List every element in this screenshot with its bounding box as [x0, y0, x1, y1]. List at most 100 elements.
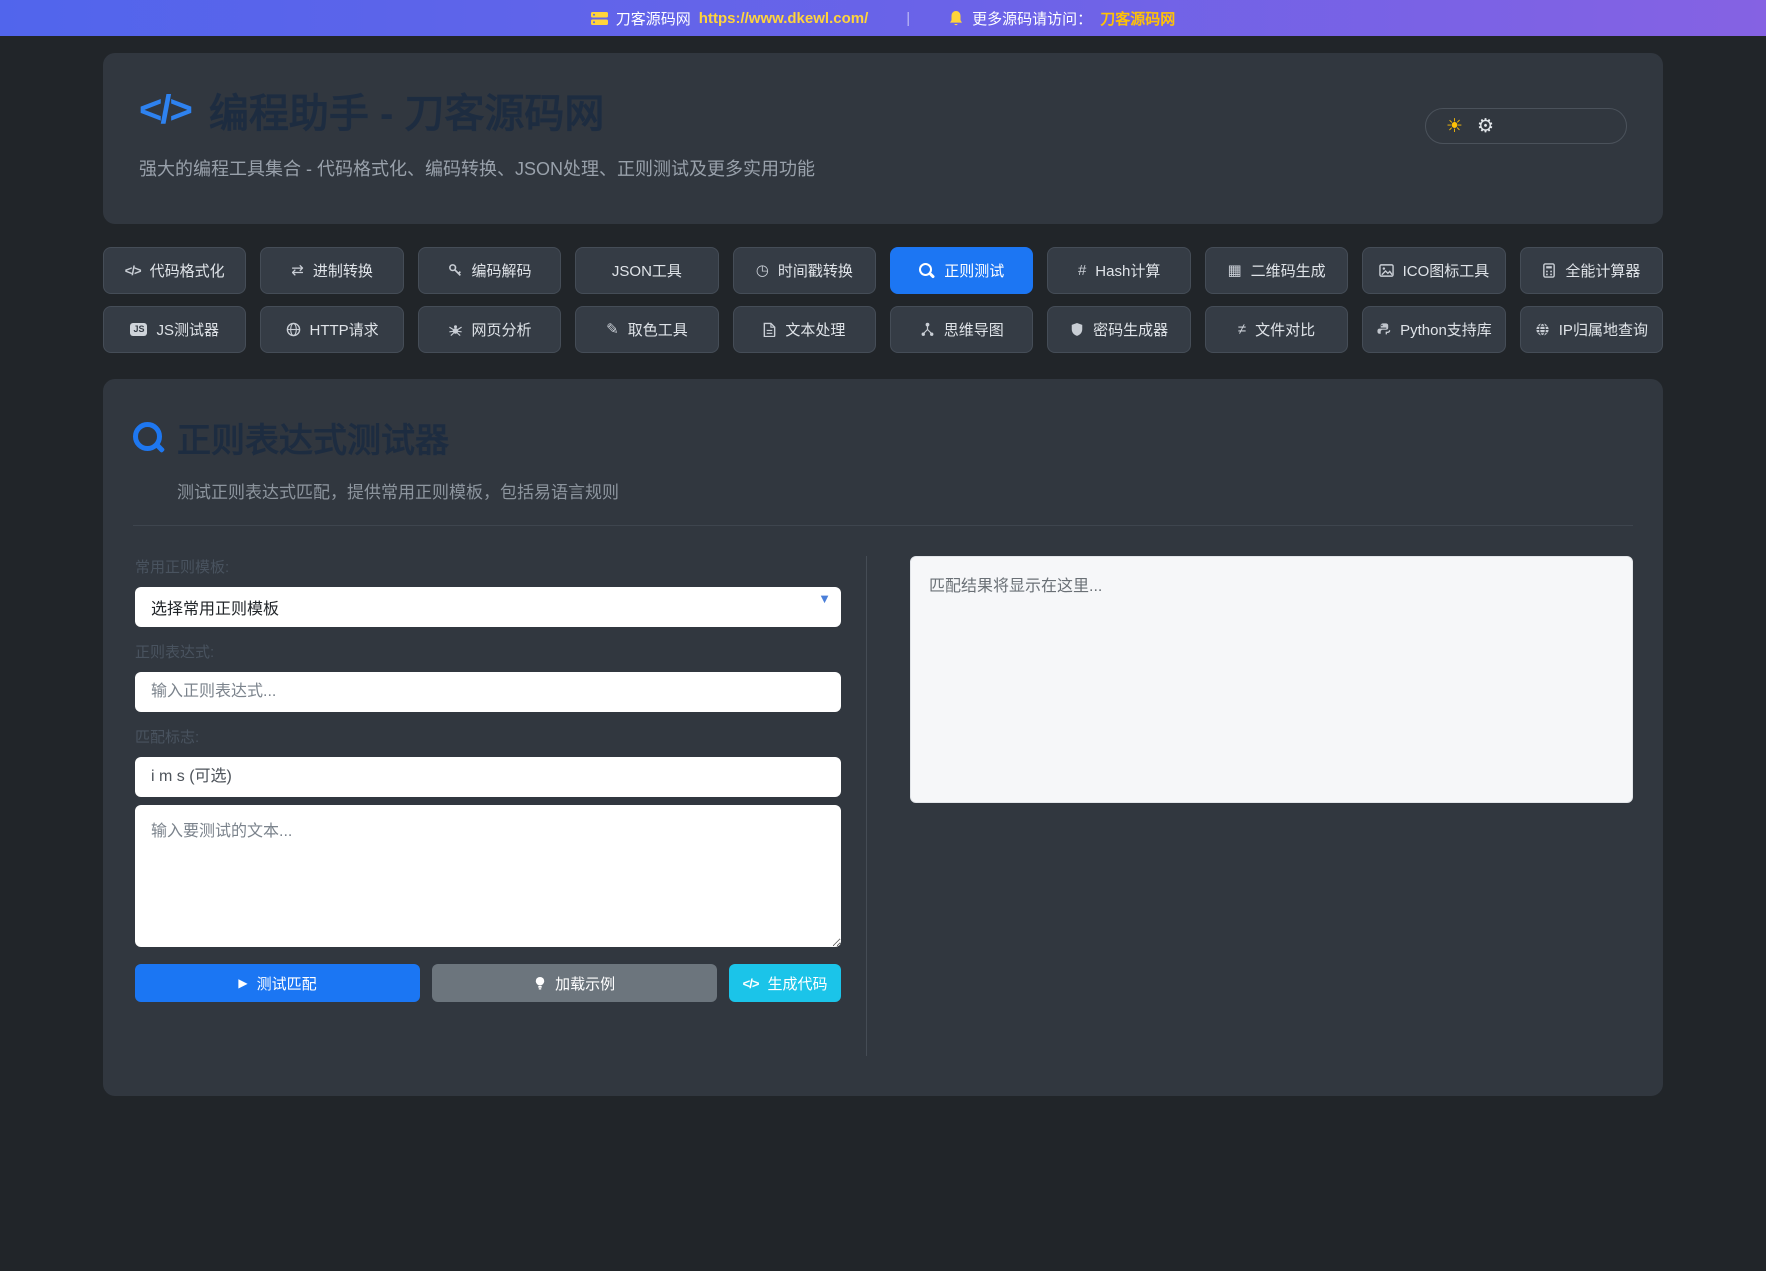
tab-label: Python支持库 [1400, 319, 1492, 340]
tab-label: JSON工具 [612, 260, 682, 281]
server-icon [591, 11, 608, 26]
load-example-label: 加载示例 [555, 973, 615, 994]
tab-ip-lookup[interactable]: IP归属地查询 [1520, 306, 1663, 353]
not-equal-icon: ≠ [1238, 322, 1246, 337]
section-title: 正则表达式测试器 [177, 413, 449, 462]
test-match-label: 测试匹配 [257, 973, 317, 994]
tab-label: 进制转换 [313, 260, 373, 281]
template-select-value: 选择常用正则模板 [151, 595, 279, 619]
gear-icon[interactable]: ⚙ [1477, 115, 1494, 138]
tab-code-format[interactable]: </> 代码格式化 [103, 247, 246, 294]
tab-color-picker[interactable]: ✎ 取色工具 [575, 306, 718, 353]
tab-timestamp[interactable]: ◷ 时间戳转换 [733, 247, 876, 294]
section-divider [133, 525, 1633, 526]
tab-label: 正则测试 [944, 260, 1004, 281]
topbar: 刀客源码网 https://www.dkewl.com/ | 更多源码请访问： … [0, 0, 1766, 36]
tab-python-libs[interactable]: Python支持库 [1362, 306, 1505, 353]
tab-qrcode[interactable]: ▦ 二维码生成 [1205, 247, 1348, 294]
tab-web-analyze[interactable]: 网页分析 [418, 306, 561, 353]
chevron-down-icon: ▼ [818, 591, 831, 606]
tab-label: HTTP请求 [310, 319, 379, 340]
swap-arrows-icon: ⇄ [291, 263, 304, 278]
generate-code-button[interactable]: </> 生成代码 [729, 964, 841, 1002]
tab-text-process[interactable]: 文本处理 [733, 306, 876, 353]
globe-icon [286, 322, 301, 337]
tab-label: 二维码生成 [1251, 260, 1326, 281]
qrcode-icon: ▦ [1227, 263, 1241, 278]
test-match-button[interactable]: ▶ 测试匹配 [135, 964, 420, 1002]
tab-label: 时间戳转换 [778, 260, 853, 281]
tab-label: 文件对比 [1255, 319, 1315, 340]
tab-label: 密码生成器 [1093, 319, 1168, 340]
regex-form: 常用正则模板: 选择常用正则模板 ▼ 正则表达式: 匹配标志: ▶ 测试匹配 加… [135, 556, 841, 1056]
tab-hash-calc[interactable]: # Hash计算 [1047, 247, 1190, 294]
match-results-panel: 匹配结果将显示在这里... [910, 556, 1633, 803]
bell-icon [948, 10, 964, 27]
hash-icon: # [1078, 263, 1086, 278]
bulb-icon [534, 976, 546, 991]
tab-label: ICO图标工具 [1403, 260, 1490, 281]
tab-file-diff[interactable]: ≠ 文件对比 [1205, 306, 1348, 353]
clock-icon: ◷ [756, 263, 769, 278]
python-icon [1376, 322, 1391, 337]
generate-code-label: 生成代码 [767, 973, 827, 994]
tab-json-tools[interactable]: JSON工具 [575, 247, 718, 294]
test-text-input[interactable] [135, 805, 841, 947]
tab-label: 全能计算器 [1565, 260, 1640, 281]
tab-js-tester[interactable]: JS JS测试器 [103, 306, 246, 353]
tool-tabs: </> 代码格式化 ⇄ 进制转换 编码解码 JSON工具 ◷ 时间戳转换 正则测… [103, 247, 1663, 353]
tab-password-gen[interactable]: 密码生成器 [1047, 306, 1190, 353]
flags-input[interactable] [135, 757, 841, 797]
page-subtitle: 强大的编程工具集合 - 代码格式化、编码转换、JSON处理、正则测试及更多实用功… [139, 155, 1627, 181]
template-select[interactable]: 选择常用正则模板 ▼ [135, 587, 841, 627]
tab-label: 思维导图 [944, 319, 1004, 340]
regex-input[interactable] [135, 672, 841, 712]
tab-calculator[interactable]: 全能计算器 [1520, 247, 1663, 294]
tab-label: 网页分析 [472, 319, 532, 340]
more-source-link[interactable]: 刀客源码网 [1100, 8, 1175, 29]
tab-label: IP归属地查询 [1559, 319, 1648, 340]
tab-label: 取色工具 [628, 319, 688, 340]
topbar-notice: 更多源码请访问： [972, 8, 1092, 29]
spider-icon [448, 322, 463, 337]
tab-label: 代码格式化 [150, 260, 225, 281]
shield-icon [1070, 322, 1084, 337]
tab-base-convert[interactable]: ⇄ 进制转换 [260, 247, 403, 294]
tab-http-request[interactable]: HTTP请求 [260, 306, 403, 353]
js-icon: JS [130, 323, 147, 336]
code-icon: </> [743, 977, 759, 990]
document-icon [763, 322, 776, 337]
section-subtitle: 测试正则表达式匹配，提供常用正则模板，包括易语言规则 [177, 478, 1633, 503]
search-icon [133, 422, 165, 454]
flags-label: 匹配标志: [135, 726, 841, 747]
tab-label: 文本处理 [785, 319, 845, 340]
ip-globe-icon [1535, 322, 1550, 337]
pen-icon: ✎ [606, 322, 619, 337]
tab-row-2: JS JS测试器 HTTP请求 网页分析 ✎ 取色工具 文本处理 思维导图 密码… [103, 306, 1663, 353]
search-icon [919, 263, 935, 279]
key-icon [448, 263, 463, 278]
image-icon [1379, 263, 1394, 278]
topbar-separator: | [906, 10, 910, 27]
code-icon: </> [125, 264, 141, 277]
regex-tester-card: 正则表达式测试器 测试正则表达式匹配，提供常用正则模板，包括易语言规则 常用正则… [103, 379, 1663, 1096]
tab-regex-test[interactable]: 正则测试 [890, 247, 1033, 294]
tab-row-1: </> 代码格式化 ⇄ 进制转换 编码解码 JSON工具 ◷ 时间戳转换 正则测… [103, 247, 1663, 294]
theme-toggle[interactable]: ☀ ⚙ [1425, 108, 1627, 144]
sun-icon[interactable]: ☀ [1446, 115, 1463, 138]
tab-label: JS测试器 [156, 319, 219, 340]
header-card: </> 编程助手 - 刀客源码网 强大的编程工具集合 - 代码格式化、编码转换、… [103, 53, 1663, 224]
tab-encode-decode[interactable]: 编码解码 [418, 247, 561, 294]
calculator-icon [1542, 263, 1556, 278]
code-logo-icon: </> [139, 88, 191, 133]
load-example-button[interactable]: 加载示例 [432, 964, 717, 1002]
results-column: 匹配结果将显示在这里... [867, 556, 1633, 1056]
tab-ico-tools[interactable]: ICO图标工具 [1362, 247, 1505, 294]
mindmap-icon [920, 322, 935, 337]
tab-mindmap[interactable]: 思维导图 [890, 306, 1033, 353]
page-title: 编程助手 - 刀客源码网 [209, 81, 605, 139]
regex-label: 正则表达式: [135, 641, 841, 662]
play-icon: ▶ [238, 977, 247, 989]
tab-label: 编码解码 [472, 260, 532, 281]
site-url-link[interactable]: https://www.dkewl.com/ [699, 10, 868, 27]
